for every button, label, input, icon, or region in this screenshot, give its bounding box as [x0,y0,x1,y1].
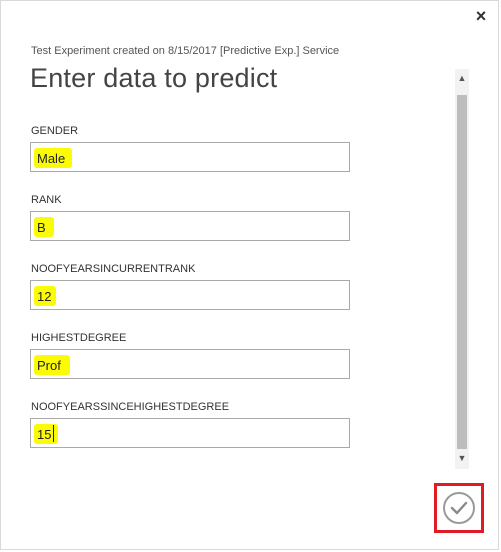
rank-input[interactable]: B [30,211,350,241]
scroll-up-icon[interactable]: ▲ [455,71,469,85]
dialog-title: Enter data to predict [30,63,278,93]
dialog-frame: × Test Experiment created on 8/15/2017 [… [0,0,499,550]
text-caret [53,425,54,442]
confirm-highlight-box [434,483,484,533]
years-in-current-rank-label: NOOFYEARSINCURRENTRANK [31,263,196,275]
gender-value: Male [37,151,66,166]
years-since-highest-degree-input[interactable]: 15 [30,418,350,448]
years-since-highest-degree-label: NOOFYEARSSINCEHIGHESTDEGREE [31,401,230,413]
years-since-highest-degree-value: 15 [37,427,52,442]
rank-value: B [37,220,46,235]
gender-label: GENDER [31,125,79,137]
highest-degree-label: HIGHESTDEGREE [31,332,127,344]
vertical-scrollbar[interactable]: ▲ ▼ [455,69,469,469]
checkmark-icon [450,501,468,515]
rank-label: RANK [31,194,62,206]
highest-degree-input[interactable]: Prof [30,349,350,379]
years-in-current-rank-input[interactable]: 12 [30,280,350,310]
years-in-current-rank-value: 12 [37,289,52,304]
gender-input[interactable]: Male [30,142,350,172]
highest-degree-value: Prof [37,358,61,373]
scrollbar-thumb[interactable] [457,95,467,449]
scroll-down-icon[interactable]: ▼ [455,451,469,465]
close-icon[interactable]: × [469,5,493,27]
dialog-subtitle: Test Experiment created on 8/15/2017 [Pr… [31,45,340,57]
confirm-button[interactable] [443,492,475,524]
